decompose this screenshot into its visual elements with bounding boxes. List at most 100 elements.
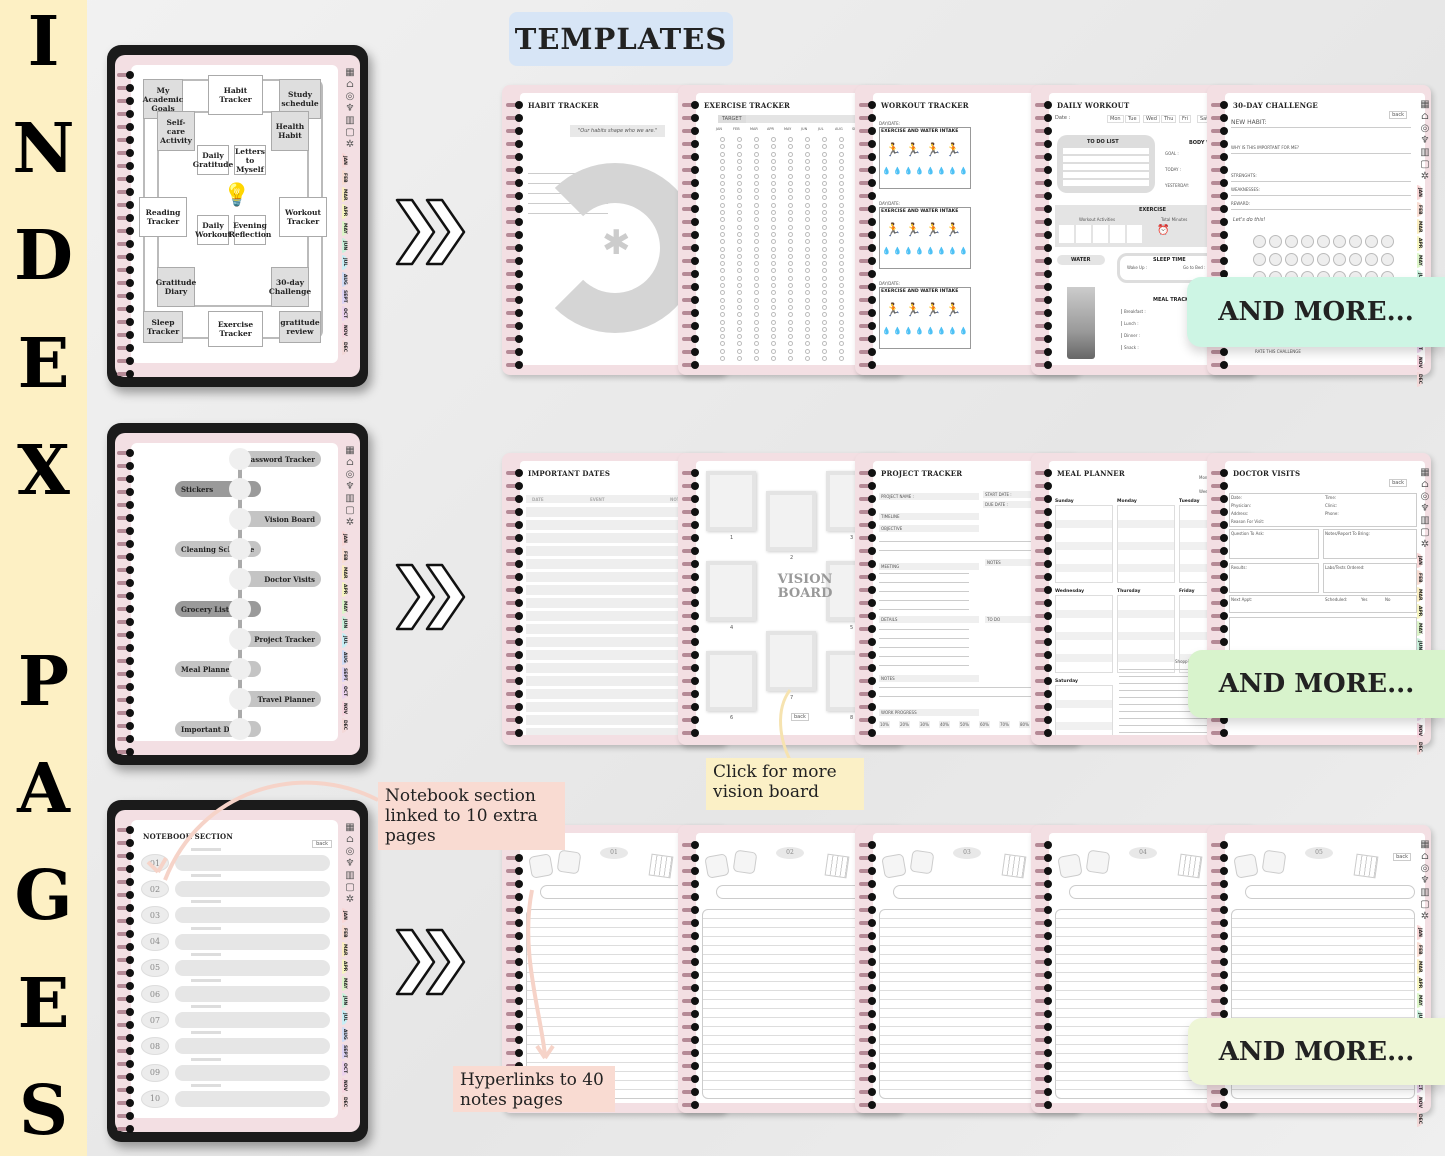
challenge-day-circle[interactable] [1317,253,1330,266]
notebook-title-field[interactable] [175,855,330,871]
month-tab-jun[interactable]: JUN [342,993,347,1008]
notebook-title-field[interactable] [175,1090,330,1107]
vision-frame[interactable] [706,651,756,711]
notebook-title-field[interactable] [175,933,330,950]
month-tab-jul[interactable]: JUL [342,633,347,648]
calendar-icon[interactable]: ▦ [1417,467,1433,479]
challenge-day-circle[interactable] [1285,253,1298,266]
trophy-icon[interactable]: ♆ [342,103,358,115]
month-tab-may[interactable]: MAY [1417,621,1422,636]
settings-icon[interactable]: ✲ [1417,539,1433,551]
month-tab-jan[interactable]: JAN [1417,185,1422,200]
month-tab-mar[interactable]: MAR [1417,587,1422,602]
month-tab-apr[interactable]: APR [1417,604,1422,619]
month-tab-jan[interactable]: JAN [342,531,347,546]
notebook-link-08[interactable]: 08 [141,1037,169,1056]
month-tab-dec[interactable]: DEC [342,340,347,355]
notebook-link-03[interactable]: 03 [141,906,169,925]
challenge-day-circle[interactable] [1365,253,1378,266]
month-tab-mar[interactable]: MAR [1417,959,1422,974]
month-tab-nov[interactable]: NOV [342,701,347,716]
calendar-icon[interactable]: ▦ [342,822,358,834]
index-link-sleep-tracker[interactable]: Sleep Tracker [143,311,183,343]
calendar-icon[interactable]: ▦ [1417,839,1433,851]
chart-icon[interactable]: ▥ [1417,887,1433,899]
month-tab-nov[interactable]: NOV [1417,723,1422,738]
month-tab-oct[interactable]: OCT [342,306,347,321]
challenge-day-circle[interactable] [1349,235,1362,248]
month-tab-jan[interactable]: JAN [1417,553,1422,568]
trophy-icon[interactable]: ♆ [1417,135,1433,147]
chart-icon[interactable]: ▥ [1417,147,1433,159]
home-icon[interactable]: ⌂ [342,79,358,91]
trophy-icon[interactable]: ♆ [342,481,358,493]
notebook-link-07[interactable]: 07 [141,1011,169,1030]
settings-icon[interactable]: ✲ [342,894,358,906]
month-tab-may[interactable]: MAY [1417,253,1422,268]
home-icon[interactable]: ⌂ [1417,111,1433,123]
notebook-title-field[interactable] [175,1012,330,1029]
target-icon[interactable]: ◎ [1417,491,1433,503]
calendar-icon[interactable]: ▦ [1417,99,1433,111]
month-tab-may[interactable]: MAY [342,599,347,614]
month-tab-may[interactable]: MAY [1417,993,1422,1008]
month-tab-sept[interactable]: SEPT [342,1044,347,1059]
index-link-daily-workout[interactable]: Daily Workout [195,215,231,245]
notebook-title-field[interactable] [175,907,330,924]
calendar-icon[interactable]: ▦ [342,445,358,457]
challenge-day-circle[interactable] [1301,253,1314,266]
target-icon[interactable]: ◎ [1417,863,1433,875]
notes-icon[interactable]: ▢ [342,505,358,517]
month-tab-mar[interactable]: MAR [342,187,347,202]
vision-frame[interactable] [766,631,816,691]
month-tab-dec[interactable]: DEC [1417,740,1422,755]
month-tab-apr[interactable]: APR [342,204,347,219]
notebook-title-field[interactable] [175,1038,330,1055]
month-tab-jul[interactable]: JUL [342,1010,347,1025]
target-icon[interactable]: ◎ [342,469,358,481]
notes-icon[interactable]: ▢ [1417,159,1433,171]
challenge-day-circle[interactable] [1253,235,1266,248]
month-tab-dec[interactable]: DEC [342,1095,347,1110]
month-tab-dec[interactable]: DEC [1417,1112,1422,1127]
target-icon[interactable]: ◎ [342,846,358,858]
month-tab-may[interactable]: MAY [342,221,347,236]
month-tab-sept[interactable]: SEPT [342,289,347,304]
month-tab-jun[interactable]: JUN [342,616,347,631]
challenge-day-circle[interactable] [1365,235,1378,248]
month-tab-dec[interactable]: DEC [342,718,347,733]
month-tab-jan[interactable]: JAN [342,908,347,923]
settings-icon[interactable]: ✲ [342,139,358,151]
trophy-icon[interactable]: ♆ [342,858,358,870]
index-link-reading-tracker[interactable]: Reading Tracker [139,197,187,237]
challenge-day-circle[interactable] [1333,253,1346,266]
notes-icon[interactable]: ▢ [1417,899,1433,911]
month-tab-sept[interactable]: SEPT [342,667,347,682]
index-link-letters-to-myself[interactable]: Letters to Myself [234,145,266,175]
challenge-day-circle[interactable] [1285,235,1298,248]
challenge-day-circle[interactable] [1381,253,1394,266]
trophy-icon[interactable]: ♆ [1417,875,1433,887]
notebook-link-10[interactable]: 10 [141,1089,169,1108]
month-tab-feb[interactable]: FEB [342,548,347,563]
home-icon[interactable]: ⌂ [342,457,358,469]
notebook-link-02[interactable]: 02 [141,880,169,899]
month-tab-may[interactable]: MAY [342,976,347,991]
notebook-link-05[interactable]: 05 [141,958,169,977]
notebook-link-06[interactable]: 06 [141,985,169,1003]
index-link-evening-reflection[interactable]: Evening Reflection [229,215,271,245]
month-tab-nov[interactable]: NOV [1417,355,1422,370]
home-icon[interactable]: ⌂ [1417,851,1433,863]
challenge-day-circle[interactable] [1349,253,1362,266]
challenge-day-circle[interactable] [1269,253,1282,266]
home-icon[interactable]: ⌂ [342,834,358,846]
index-link-gratitude-diary[interactable]: Gratitude Diary [156,267,196,307]
month-tab-dec[interactable]: DEC [1417,372,1422,387]
index-link-daily-gratitude[interactable]: Daily Gratitude [193,145,233,175]
note-title-field[interactable] [1245,885,1415,899]
month-tab-nov[interactable]: NOV [1417,1095,1422,1110]
month-tab-apr[interactable]: APR [1417,236,1422,251]
settings-icon[interactable]: ✲ [1417,911,1433,923]
month-tab-jan[interactable]: JAN [1417,925,1422,940]
challenge-day-circle[interactable] [1301,235,1314,248]
